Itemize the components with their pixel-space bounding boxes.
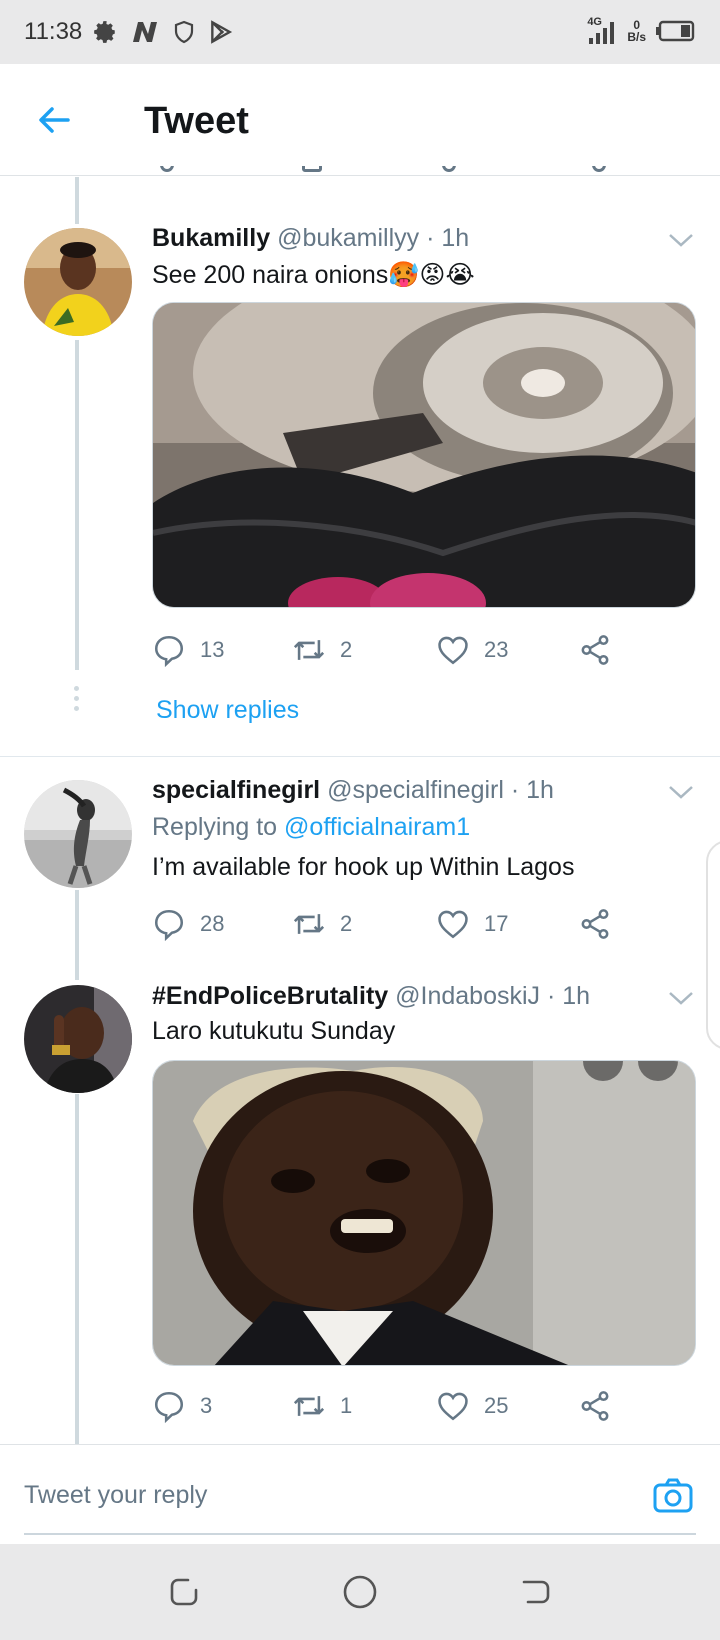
chevron-down-icon[interactable]: [666, 988, 696, 1008]
tweet-header: specialfinegirl @specialfinegirl · 1h: [152, 776, 554, 805]
heart-icon: [438, 1392, 468, 1421]
thread-line-tweet3: [75, 1094, 79, 1444]
status-bar: 11:38 4G 0 B/s: [0, 0, 720, 64]
recents-icon[interactable]: [164, 1572, 204, 1612]
tweet-media[interactable]: [152, 302, 696, 608]
speech-bubble-icon: [154, 909, 184, 941]
tweet-time: · 1h: [426, 224, 470, 252]
reply-button[interactable]: 28: [152, 904, 224, 944]
chevron-down-icon[interactable]: [666, 230, 696, 250]
tweet-time: · 1h: [546, 982, 591, 1010]
retweet-button[interactable]: 1: [292, 1386, 352, 1426]
replying-to: Replying to @officialnairam1: [152, 813, 470, 842]
n-app-icon: [133, 22, 157, 42]
camera-icon[interactable]: [652, 1475, 694, 1517]
reply-count: 28: [200, 911, 225, 936]
author-name[interactable]: Bukamilly: [152, 224, 270, 252]
share-button[interactable]: [578, 904, 612, 944]
share-icon: [581, 635, 609, 665]
thread-separator: [0, 756, 720, 757]
shield-icon: [174, 20, 194, 44]
like-count: 25: [484, 1393, 509, 1418]
share-icon: [581, 909, 609, 939]
heart-icon: [438, 636, 468, 665]
back-nav-icon[interactable]: [516, 1572, 556, 1612]
tweet-time: · 1h: [510, 776, 554, 804]
like-button[interactable]: 25: [436, 1386, 508, 1426]
like-count: 17: [484, 911, 509, 936]
heart-icon: [438, 910, 468, 939]
author-handle[interactable]: @bukamillyy: [277, 224, 419, 252]
page-title: Tweet: [144, 100, 249, 142]
tweet-header: #EndPoliceBrutality @IndaboskiJ · 1h: [152, 982, 590, 1011]
share-button[interactable]: [578, 1386, 612, 1426]
like-count: 23: [484, 637, 509, 662]
network-speed: 0 B/s: [627, 19, 646, 43]
retweet-button[interactable]: 2: [292, 904, 352, 944]
tweet-text: I’m available for hook up Within Lagos: [152, 853, 575, 881]
status-icons-right: 4G 0 B/s: [587, 14, 696, 48]
retweet-icon: [293, 914, 325, 934]
speech-bubble-icon: [154, 635, 184, 667]
signal-icon: 4G: [587, 16, 617, 46]
speed-unit: B/s: [627, 30, 646, 44]
show-replies-link[interactable]: Show replies: [156, 696, 299, 725]
retweet-icon: [293, 640, 325, 660]
app-header: Tweet: [0, 64, 720, 176]
battery-icon: [656, 20, 695, 42]
tweet-actions: 3 1 25: [152, 1386, 632, 1426]
tweet-media[interactable]: [152, 1060, 696, 1366]
reply-count: 13: [200, 637, 225, 662]
author-handle[interactable]: @IndaboskiJ: [395, 982, 540, 1010]
mention-link[interactable]: @officialnairam1: [284, 813, 470, 841]
system-nav-bar: [0, 1544, 720, 1640]
tweet-actions: 13 2 23: [152, 630, 632, 670]
home-icon[interactable]: [340, 1572, 380, 1612]
author-name[interactable]: specialfinegirl: [152, 776, 320, 804]
retweet-count: 2: [340, 637, 353, 662]
like-button[interactable]: 23: [436, 630, 508, 670]
gear-icon: [94, 21, 115, 43]
reply-input[interactable]: Tweet your reply: [24, 1481, 207, 1510]
retweet-count: 1: [340, 1393, 353, 1418]
tweet-actions: 28 2 17: [152, 904, 632, 944]
speech-bubble-icon: [154, 1391, 184, 1423]
reply-button[interactable]: 3: [152, 1386, 212, 1426]
chevron-down-icon[interactable]: [666, 782, 696, 802]
avatar[interactable]: [24, 985, 132, 1093]
reply-composer: Tweet your reply: [0, 1444, 720, 1544]
play-store-icon: [211, 20, 233, 44]
reply-button[interactable]: 13: [152, 630, 224, 670]
status-time: 11:38: [24, 18, 83, 45]
author-handle[interactable]: @specialfinegirl: [327, 776, 504, 804]
tweet-header: Bukamilly @bukamillyy · 1h: [152, 224, 469, 253]
thread-dots: [74, 686, 80, 716]
thread-line-tweet2: [75, 890, 79, 980]
avatar[interactable]: [24, 780, 132, 888]
avatar[interactable]: [24, 228, 132, 336]
like-button[interactable]: 17: [436, 904, 508, 944]
retweet-icon: [293, 1396, 325, 1416]
retweet-count: 2: [340, 911, 353, 936]
thread-line-tweet1: [75, 340, 79, 670]
tweet-text: See 200 naira onions🥵😡😭: [152, 261, 475, 289]
previous-tweet-actions-cutoff: [160, 166, 620, 178]
reply-count: 3: [200, 1393, 213, 1418]
replying-to-label: Replying to: [152, 813, 278, 841]
author-name[interactable]: #EndPoliceBrutality: [152, 982, 388, 1010]
share-button[interactable]: [578, 630, 612, 670]
thread-line-top: [75, 177, 79, 224]
tweet-text: Laro kutukutu Sunday: [152, 1017, 396, 1045]
arrow-left-icon[interactable]: [34, 100, 74, 140]
status-icons-left: [92, 18, 234, 46]
retweet-button[interactable]: 2: [292, 630, 352, 670]
reply-underline: [24, 1533, 696, 1535]
share-icon: [581, 1391, 609, 1421]
edge-panel-handle[interactable]: [706, 840, 720, 1050]
